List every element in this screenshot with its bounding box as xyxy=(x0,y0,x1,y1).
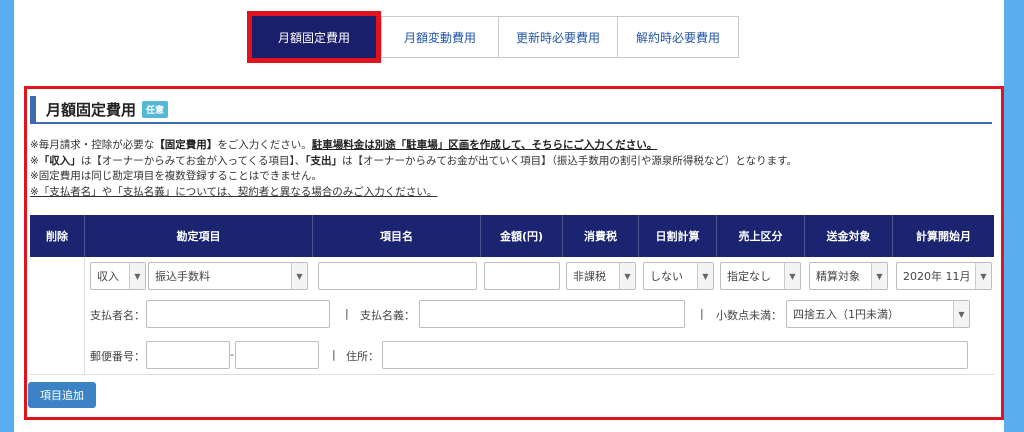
postal-code-second-input[interactable] xyxy=(235,341,319,369)
chevron-down-icon: ▼ xyxy=(697,263,713,289)
table-header: 削除 勘定項目 項目名 金額(円) 消費税 日割計算 売上区分 送金対象 計算開… xyxy=(30,215,994,257)
chevron-down-icon: ▼ xyxy=(129,263,145,289)
remit-target-value: 精算対象 xyxy=(816,270,860,283)
item-name-input[interactable] xyxy=(318,262,477,290)
fixed-fee-table: 削除 勘定項目 項目名 金額(円) 消費税 日割計算 売上区分 送金対象 計算開… xyxy=(30,215,994,375)
remit-target-select[interactable]: 精算対象 ▼ xyxy=(809,262,888,290)
note-text: をご入力ください。 xyxy=(217,139,312,151)
note-emphasis: 「支出」 xyxy=(305,154,342,167)
start-month-value: 2020年 11月 xyxy=(903,270,971,283)
col-tax: 消費税 xyxy=(563,215,639,257)
account-name-label: 支払名義： xyxy=(360,309,415,322)
chevron-down-icon: ▼ xyxy=(953,301,969,327)
decimal-rounding-value: 四捨五入（1円未満） xyxy=(793,308,899,321)
note-text: ※ xyxy=(30,154,39,167)
amount-input[interactable] xyxy=(484,262,560,290)
note-line-3: ※固定費用は同じ勘定項目を複数登録することはできません。 xyxy=(30,170,322,182)
postal-code-label: 郵便番号： xyxy=(90,350,145,363)
note-text: は【オーナーからみてお金が出ていく項目】（振込手数用の割引や源泉所得税など）とな… xyxy=(341,154,798,167)
title-accent-bar xyxy=(30,96,36,122)
note-text: は【オーナーからみてお金が入ってくる項目】、 xyxy=(80,154,306,167)
account-item-select[interactable]: 振込手数料 ▼ xyxy=(148,262,308,290)
delete-cell xyxy=(30,257,85,375)
note-line-4: ※「支払者名」や「支払名義」については、契約者と異なる場合のみご入力ください。 xyxy=(30,185,438,198)
tab-cancellation-fee[interactable]: 解約時必要費用 xyxy=(617,16,739,58)
note-line-2: ※「収入」は【オーナーからみてお金が入ってくる項目】、「支出」は【オーナーからみ… xyxy=(30,154,992,170)
account-item-value: 振込手数料 xyxy=(155,270,210,283)
sales-category-select[interactable]: 指定なし ▼ xyxy=(720,262,801,290)
separator: | xyxy=(332,348,336,361)
note-line-1: ※毎月請求・控除が必要な【固定費用】をご入力ください。駐車場料金は別途「駐車場」… xyxy=(30,138,992,154)
section-title: 月額固定費用 xyxy=(46,100,137,119)
separator: | xyxy=(345,307,349,320)
note-parking: 駐車場料金は別途「駐車場」区画を作成して、そちらにご入力ください。 xyxy=(311,139,658,151)
note-emphasis: 【固定費用】 xyxy=(154,139,218,151)
income-type-select[interactable]: 収入 ▼ xyxy=(90,262,146,290)
proration-value: しない xyxy=(650,270,683,283)
tab-monthly-fixed[interactable]: 月額固定費用 xyxy=(252,16,376,58)
income-type-value: 収入 xyxy=(97,270,119,283)
postal-code-first-input[interactable] xyxy=(146,341,230,369)
col-amount: 金額(円) xyxy=(481,215,563,257)
chevron-down-icon: ▼ xyxy=(871,263,887,289)
account-name-input[interactable] xyxy=(419,300,685,328)
address-input[interactable] xyxy=(382,341,968,369)
payer-name-input[interactable] xyxy=(146,300,330,328)
decimal-rounding-select[interactable]: 四捨五入（1円未満） ▼ xyxy=(786,300,970,328)
col-delete: 削除 xyxy=(30,215,85,257)
chevron-down-icon: ▼ xyxy=(291,263,307,289)
col-remit-target: 送金対象 xyxy=(805,215,893,257)
payer-name-label: 支払者名： xyxy=(90,309,145,322)
chevron-down-icon: ▼ xyxy=(784,263,800,289)
sales-category-value: 指定なし xyxy=(727,270,771,283)
decimal-rounding-label: 小数点未満： xyxy=(716,309,782,322)
proration-select[interactable]: しない ▼ xyxy=(643,262,714,290)
optional-badge: 任意 xyxy=(142,100,169,118)
col-start-month: 計算開始月 xyxy=(916,230,971,243)
chevron-down-icon: ▼ xyxy=(619,263,635,289)
chevron-down-icon: ▼ xyxy=(975,263,991,289)
tax-value: 非課税 xyxy=(573,270,606,283)
col-account-item: 勘定項目 xyxy=(85,215,313,257)
separator: | xyxy=(700,307,704,320)
col-sales-category: 売上区分 xyxy=(717,215,805,257)
fee-tabs: 月額固定費用 月額変動費用 更新時必要費用 解約時必要費用 xyxy=(252,16,739,58)
note-emphasis: 「収入」 xyxy=(38,154,81,167)
table-row: 収入 ▼ 振込手数料 ▼ 非課税 ▼ しない ▼ 指定なし ▼ 精算対象 ▼ 2… xyxy=(30,257,994,375)
tab-monthly-variable[interactable]: 月額変動費用 xyxy=(381,16,499,58)
postal-dash: - xyxy=(230,348,234,361)
instructions: ※毎月請求・控除が必要な【固定費用】をご入力ください。駐車場料金は別途「駐車場」… xyxy=(30,138,992,200)
col-item-name: 項目名 xyxy=(313,215,481,257)
tab-renewal-fee[interactable]: 更新時必要費用 xyxy=(498,16,618,58)
section-header: 月額固定費用 任意 xyxy=(30,96,992,124)
start-month-select[interactable]: 2020年 11月 ▼ xyxy=(896,262,992,290)
add-item-button[interactable]: 項目追加 xyxy=(28,382,96,408)
address-label: 住所： xyxy=(346,350,379,363)
tax-select[interactable]: 非課税 ▼ xyxy=(566,262,636,290)
col-proration: 日割計算 xyxy=(639,215,717,257)
note-text: ※毎月請求・控除が必要な xyxy=(30,139,155,151)
